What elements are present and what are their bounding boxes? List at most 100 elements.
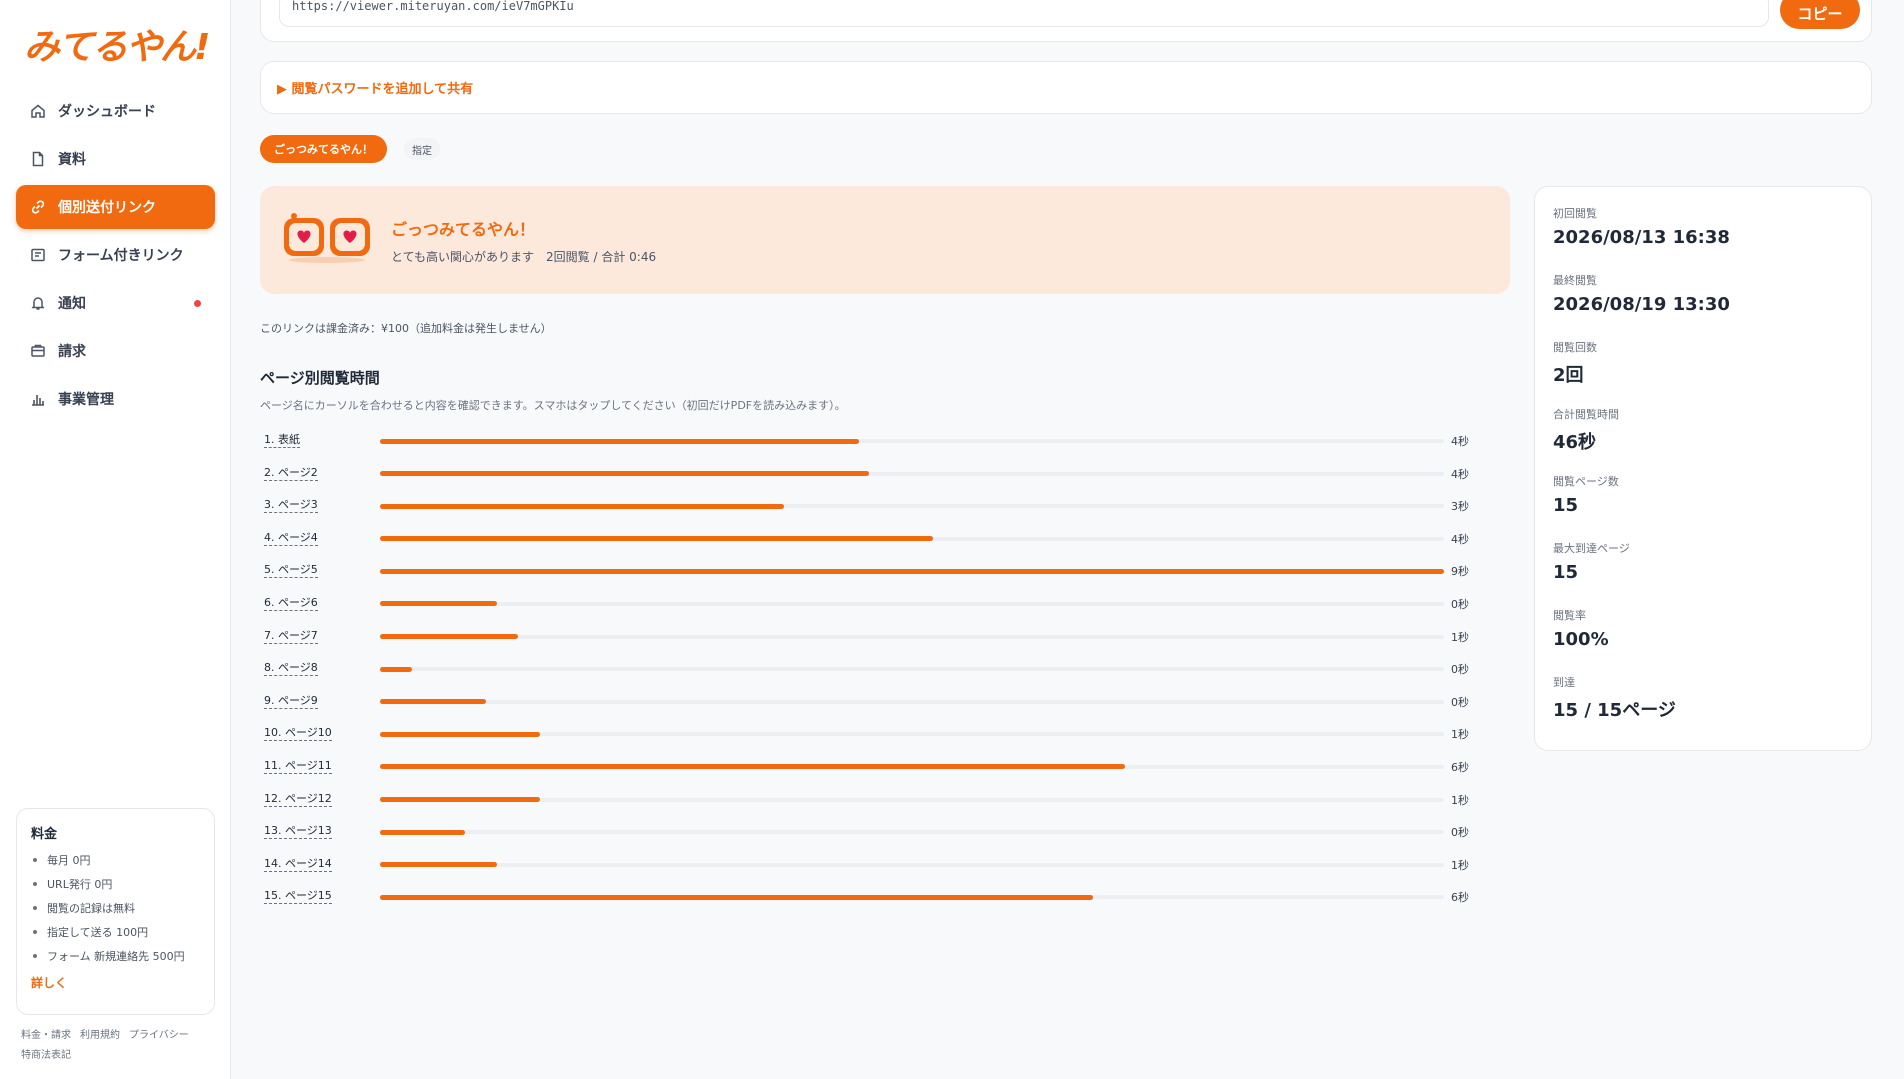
bar-fill bbox=[380, 764, 1125, 770]
stat-value: 46秒 bbox=[1553, 432, 1597, 453]
bar-track bbox=[380, 666, 1444, 672]
view-summary: 2回閲覧 / 合計 0:46 bbox=[546, 250, 657, 264]
share-url-field[interactable]: https://viewer.miteruyan.com/ieV7mGPKIu bbox=[279, 0, 1769, 27]
page-time-title: ページ別閲覧時間 bbox=[260, 369, 380, 387]
page-name-link[interactable]: 10. ページ10 bbox=[264, 726, 332, 742]
pricing-card: 料金 毎月 0円 URL発行 0円 閲覧の記録は無料 指定して送る 100円 フ… bbox=[16, 808, 215, 1015]
bar-track bbox=[380, 731, 1444, 737]
sidebar-item-billing[interactable]: 請求 bbox=[16, 329, 215, 373]
sidebar-item-form-links[interactable]: フォーム付きリンク bbox=[16, 233, 215, 277]
bar-fill bbox=[380, 894, 1093, 900]
pricing-item: 指定して送る 100円 bbox=[31, 920, 200, 944]
pricing-list: 毎月 0円 URL発行 0円 閲覧の記録は無料 指定して送る 100円 フォーム… bbox=[31, 848, 200, 968]
bar-fill bbox=[380, 666, 412, 672]
page-time-row: 7. ページ7 1秒 bbox=[260, 621, 1520, 654]
password-share-toggle[interactable]: ▶ 閲覧パスワードを追加して共有 bbox=[260, 61, 1872, 114]
page-time-chart: 1. 表紙 4秒 2. ページ2 4秒 3. ページ3 3秒 4. ページ4 4秒 5. ページ… bbox=[260, 425, 1520, 914]
designated-tag[interactable]: 指定 bbox=[404, 138, 440, 160]
page-name-link[interactable]: 15. ページ15 bbox=[264, 889, 332, 905]
link-icon bbox=[30, 199, 46, 215]
interest-description: とても高い関心があります bbox=[391, 250, 535, 264]
bar-value-label: 4秒 bbox=[1451, 467, 1469, 481]
page-time-row: 5. ページ5 9秒 bbox=[260, 555, 1520, 588]
bar-value-label: 3秒 bbox=[1451, 500, 1469, 514]
pricing-item: 閲覧の記録は無料 bbox=[31, 896, 200, 920]
bar-fill bbox=[380, 731, 540, 737]
page-name-link[interactable]: 7. ページ7 bbox=[264, 629, 318, 644]
app-logo[interactable]: みてるやん! bbox=[24, 18, 210, 70]
page-name-link[interactable]: 4. ページ4 bbox=[264, 531, 318, 546]
bar-value-label: 1秒 bbox=[1451, 630, 1469, 644]
bar-fill bbox=[380, 829, 466, 835]
page-time-row: 14. ページ14 1秒 bbox=[260, 849, 1520, 882]
footer-link-privacy[interactable]: プライバシー bbox=[129, 1030, 189, 1041]
pricing-more-link[interactable]: 詳しく bbox=[31, 974, 200, 991]
page-name-link[interactable]: 11. ページ11 bbox=[264, 759, 332, 774]
sidebar-item-label: 通知 bbox=[58, 296, 86, 312]
stat-value: 15 bbox=[1553, 562, 1579, 583]
stat-max-page: 最大到達ページ 15 bbox=[1553, 540, 1853, 607]
pricing-item: URL発行 0円 bbox=[31, 872, 200, 896]
sidebar-item-business[interactable]: 事業管理 bbox=[16, 377, 215, 421]
interest-level-tag[interactable]: ごっつみてるやん！ bbox=[260, 135, 387, 163]
bar-fill bbox=[380, 634, 519, 640]
stat-value: 2026/08/13 16:38 bbox=[1553, 227, 1730, 248]
document-icon bbox=[30, 151, 46, 167]
sidebar-nav: ダッシュボード 資料 個別送付リンク フォーム付きリンク 通知 請求 事業管理 bbox=[16, 89, 215, 425]
hero-subtitle: とても高い関心があります 2回閲覧 / 合計 0:46 bbox=[391, 248, 668, 265]
sidebar-item-label: 事業管理 bbox=[58, 392, 114, 408]
hero-title: ごっつみてるやん！ bbox=[391, 220, 536, 239]
page-name-link[interactable]: 2. ページ2 bbox=[264, 466, 318, 481]
page-name-link[interactable]: 3. ページ3 bbox=[264, 498, 318, 514]
stat-label: 合計閲覧時間 bbox=[1553, 408, 1619, 421]
bar-value-label: 4秒 bbox=[1451, 532, 1469, 546]
bar-fill bbox=[380, 438, 859, 444]
page-time-row: 2. ページ2 4秒 bbox=[260, 458, 1520, 491]
page-time-row: 1. 表紙 4秒 bbox=[260, 425, 1520, 458]
stat-value: 15 bbox=[1553, 495, 1579, 516]
bar-value-label: 1秒 bbox=[1451, 728, 1469, 742]
pricing-item: フォーム 新規連絡先 500円 bbox=[31, 944, 200, 968]
bar-track bbox=[380, 568, 1444, 574]
page-name-link[interactable]: 13. ページ13 bbox=[264, 824, 332, 840]
bar-track bbox=[380, 894, 1444, 900]
bar-track bbox=[380, 699, 1444, 705]
sidebar-item-label: 請求 bbox=[58, 344, 86, 360]
bar-value-label: 4秒 bbox=[1451, 435, 1469, 448]
page-time-row: 9. ページ9 0秒 bbox=[260, 686, 1520, 719]
bar-track bbox=[380, 471, 1444, 477]
page-name-link[interactable]: 1. 表紙 bbox=[264, 433, 300, 448]
bar-value-label: 0秒 bbox=[1451, 826, 1469, 840]
notification-dot bbox=[194, 300, 201, 307]
stats-panel: 初回閲覧 2026/08/13 16:38 最終閲覧 2026/08/19 13:3… bbox=[1534, 186, 1872, 751]
home-icon bbox=[30, 103, 46, 119]
sidebar-item-documents[interactable]: 資料 bbox=[16, 137, 215, 181]
sidebar-item-individual-links[interactable]: 個別送付リンク bbox=[16, 185, 215, 229]
sidebar-item-dashboard[interactable]: ダッシュボード bbox=[16, 89, 215, 133]
chart-icon bbox=[30, 391, 46, 407]
stat-last-view: 最終閲覧 2026/08/19 13:30 bbox=[1553, 272, 1853, 339]
bar-value-label: 0秒 bbox=[1451, 695, 1469, 709]
page-name-link[interactable]: 9. ページ9 bbox=[264, 694, 318, 709]
bar-track bbox=[380, 797, 1444, 803]
copy-button[interactable]: コピー bbox=[1780, 0, 1860, 29]
sidebar-item-notifications[interactable]: 通知 bbox=[16, 281, 215, 325]
page-name-link[interactable]: 8. ページ8 bbox=[264, 661, 318, 677]
footer-link-pricing[interactable]: 料金・請求 bbox=[21, 1030, 71, 1041]
page-time-row: 11. ページ11 6秒 bbox=[260, 751, 1520, 784]
stat-label: 閲覧ページ数 bbox=[1553, 475, 1619, 488]
page-name-link[interactable]: 5. ページ5 bbox=[264, 563, 318, 579]
billing-icon bbox=[30, 343, 46, 359]
page-time-row: 3. ページ3 3秒 bbox=[260, 490, 1520, 523]
footer-link-terms[interactable]: 利用規約 bbox=[80, 1030, 120, 1041]
sidebar-item-label: 個別送付リンク bbox=[58, 200, 156, 216]
page-name-link[interactable]: 14. ページ14 bbox=[264, 857, 332, 872]
bar-fill bbox=[380, 797, 540, 803]
page-name-link[interactable]: 6. ページ6 bbox=[264, 596, 318, 611]
footer-link-legal[interactable]: 特商法表記 bbox=[21, 1050, 71, 1061]
stat-first-view: 初回閲覧 2026/08/13 16:38 bbox=[1553, 205, 1853, 272]
bar-track bbox=[380, 764, 1444, 770]
form-icon bbox=[30, 247, 46, 263]
page-name-link[interactable]: 12. ページ12 bbox=[264, 792, 332, 807]
stat-value: 2回 bbox=[1553, 365, 1584, 386]
